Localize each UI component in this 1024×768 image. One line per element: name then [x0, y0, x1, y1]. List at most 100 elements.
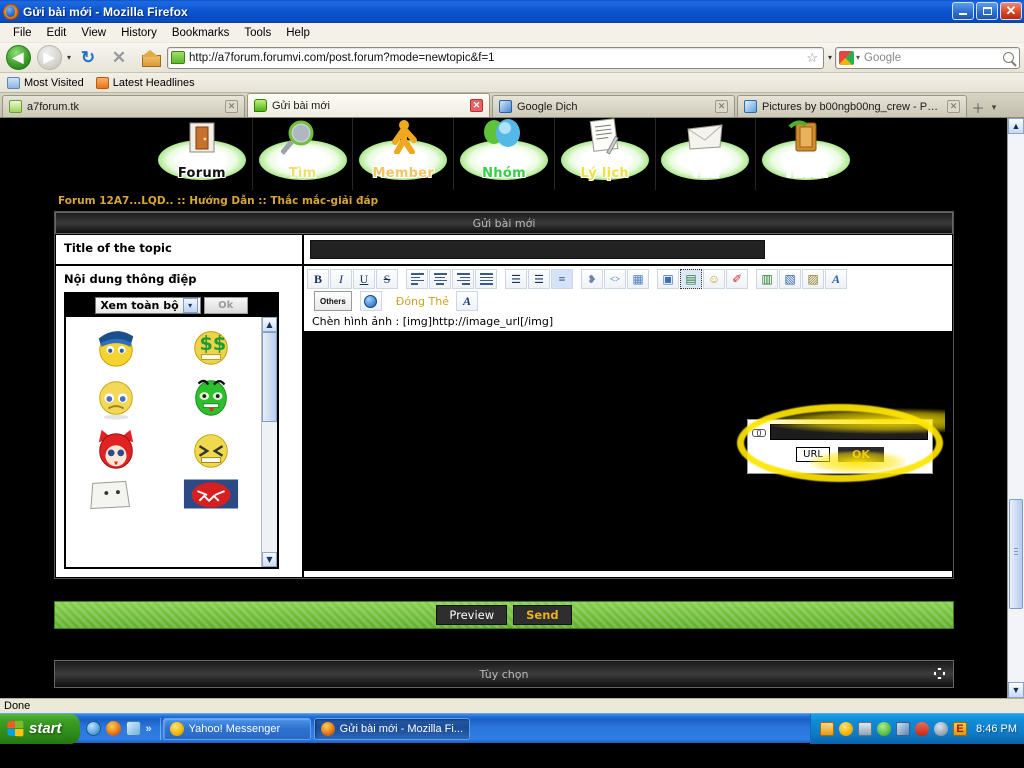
insert-image-button[interactable]: ▤ [680, 269, 702, 289]
expand-icon[interactable] [934, 668, 945, 679]
quote-button[interactable]: ❥ [581, 269, 603, 289]
close-tags-button[interactable]: Đóng Thẻ [390, 295, 455, 308]
font-button[interactable]: A [825, 269, 847, 289]
code-button[interactable]: <> [604, 269, 626, 289]
page-scroll-thumb[interactable] [1009, 499, 1023, 609]
forum-nav-nhom[interactable]: Nhóm [454, 118, 555, 190]
insert-video-button[interactable]: ▥ [756, 269, 778, 289]
smiley-scroll-track[interactable] [262, 332, 277, 552]
align-justify-button[interactable] [475, 269, 497, 289]
address-bar[interactable]: http://a7forum.forumvi.com/post.forum?mo… [167, 46, 824, 69]
internet-explorer-icon[interactable] [85, 721, 101, 736]
tab-a7forum[interactable]: a7forum.tk ✕ [2, 95, 245, 117]
tab-list-button[interactable]: ▾ [987, 97, 1001, 117]
minimize-button[interactable] [952, 2, 974, 20]
search-engine-dropdown-icon[interactable]: ▾ [856, 53, 860, 62]
home-button[interactable] [136, 45, 164, 71]
taskbar-item-yahoo-messenger[interactable]: Yahoo! Messenger [162, 717, 311, 740]
topic-title-input[interactable] [310, 240, 765, 259]
bookmark-latest-headlines[interactable]: Latest Headlines [95, 76, 195, 89]
forum-nav-ly-lich[interactable]: Lý lịch [555, 118, 656, 190]
page-scroll-up-icon[interactable]: ▲ [1008, 118, 1024, 134]
image-url-input[interactable] [770, 424, 928, 440]
menu-file[interactable]: File [6, 25, 39, 41]
smiley-cap-icon[interactable] [87, 323, 145, 369]
underline-button[interactable]: U [353, 269, 375, 289]
stop-button[interactable]: ✕ [105, 45, 133, 71]
smiley-ok-button[interactable]: Ok [203, 297, 248, 314]
smiley-sad-icon[interactable] [87, 375, 145, 421]
update-icon[interactable] [896, 721, 911, 736]
menu-history[interactable]: History [114, 25, 164, 41]
close-button[interactable]: ✕ [1000, 2, 1022, 20]
tab-close-icon[interactable]: ✕ [715, 100, 728, 113]
back-button[interactable]: ◀ [4, 45, 32, 71]
strikethrough-button[interactable]: S [376, 269, 398, 289]
smiley-category-select[interactable]: Xem toàn bộ ▾ [95, 297, 201, 314]
smiley-scroll-down-icon[interactable]: ▼ [262, 552, 277, 567]
tab-pictures-photobucket[interactable]: Pictures by b00ngb00ng_crew - Phot... ✕ [737, 95, 967, 117]
url-ok-button[interactable]: OK [837, 447, 884, 462]
search-bar[interactable]: ▾ Google [835, 46, 1020, 69]
address-bar-input[interactable]: http://a7forum.forumvi.com/post.forum?mo… [189, 52, 804, 64]
insert-media-button[interactable]: ▣ [657, 269, 679, 289]
menu-tools[interactable]: Tools [237, 25, 278, 41]
font-size-button[interactable]: A [455, 291, 478, 311]
smiley-scroll-thumb[interactable] [262, 332, 277, 422]
smiley-green-tongue-icon[interactable] [182, 375, 240, 421]
menu-view[interactable]: View [74, 25, 113, 41]
search-input[interactable]: Google [864, 52, 1003, 64]
firefox-icon[interactable] [105, 721, 121, 736]
bookmark-star-icon[interactable]: ☆ [804, 50, 820, 66]
maximize-button[interactable] [976, 2, 998, 20]
align-center-button[interactable] [429, 269, 451, 289]
nav-history-dropdown-icon[interactable]: ▾ [67, 53, 71, 62]
forum-nav-thu[interactable]: Thư [656, 118, 757, 190]
bookmark-most-visited[interactable]: Most Visited [7, 76, 84, 89]
forum-nav-forum[interactable]: Forum [152, 118, 253, 190]
media-icon[interactable] [934, 721, 949, 736]
indent-button[interactable]: ≡ [551, 269, 573, 289]
smiley-paper-icon[interactable] [87, 479, 145, 509]
start-button[interactable]: start [0, 713, 80, 744]
options-header[interactable]: Tùy chọn [55, 661, 953, 687]
forum-nav-tim[interactable]: Tìm [253, 118, 354, 190]
emule-icon[interactable]: E [953, 721, 968, 736]
mail-icon[interactable] [820, 721, 835, 736]
smiley-money-icon[interactable]: $ $ [182, 323, 240, 369]
page-scrollbar[interactable]: ▲ ▼ [1007, 118, 1024, 698]
smiley-angry-red-icon[interactable] [182, 479, 240, 509]
page-scroll-track[interactable] [1008, 134, 1024, 682]
align-right-button[interactable] [452, 269, 474, 289]
smiley-scrollbar[interactable]: ▲ ▼ [261, 317, 277, 567]
tab-close-icon[interactable]: ✕ [947, 100, 960, 113]
forward-button[interactable]: ▶ [35, 45, 63, 71]
app-icon[interactable] [125, 721, 141, 736]
yahoo-messenger-icon[interactable] [839, 721, 854, 736]
table-button[interactable]: ▦ [627, 269, 649, 289]
taskbar-clock[interactable]: 8:46 PM [976, 723, 1017, 735]
spoiler-button[interactable]: ▨ [802, 269, 824, 289]
forum-nav-thoat[interactable]: Thoát [756, 118, 856, 190]
send-button[interactable]: Send [513, 605, 572, 625]
color-picker-button[interactable]: ✐ [726, 269, 748, 289]
download-icon[interactable] [877, 721, 892, 736]
network-icon[interactable] [858, 721, 873, 736]
breadcrumb[interactable]: Forum 12A7...LQD.. :: Hướng Dẫn :: Thắc … [58, 195, 378, 207]
globe-button[interactable] [359, 291, 382, 311]
taskbar-item-firefox[interactable]: Gửi bài mới - Mozilla Fi... [313, 717, 471, 740]
others-button-visible[interactable]: Others [314, 291, 352, 311]
security-shield-icon[interactable] [915, 721, 930, 736]
smiley-button[interactable]: ☺ [703, 269, 725, 289]
page-scroll-down-icon[interactable]: ▼ [1008, 682, 1024, 698]
align-left-button[interactable] [406, 269, 428, 289]
preview-button[interactable]: Preview [436, 605, 508, 625]
chevron-down-icon[interactable]: ▾ [182, 298, 198, 313]
tab-close-icon[interactable]: ✕ [470, 99, 483, 112]
new-tab-button[interactable]: ＋ [969, 97, 987, 117]
reload-button[interactable]: ↻ [74, 45, 102, 71]
quick-launch-overflow-icon[interactable]: » [146, 723, 152, 735]
smiley-scroll-up-icon[interactable]: ▲ [262, 317, 277, 332]
numbered-list-button[interactable]: ☰ [528, 269, 550, 289]
flash-button[interactable]: ▧ [779, 269, 801, 289]
